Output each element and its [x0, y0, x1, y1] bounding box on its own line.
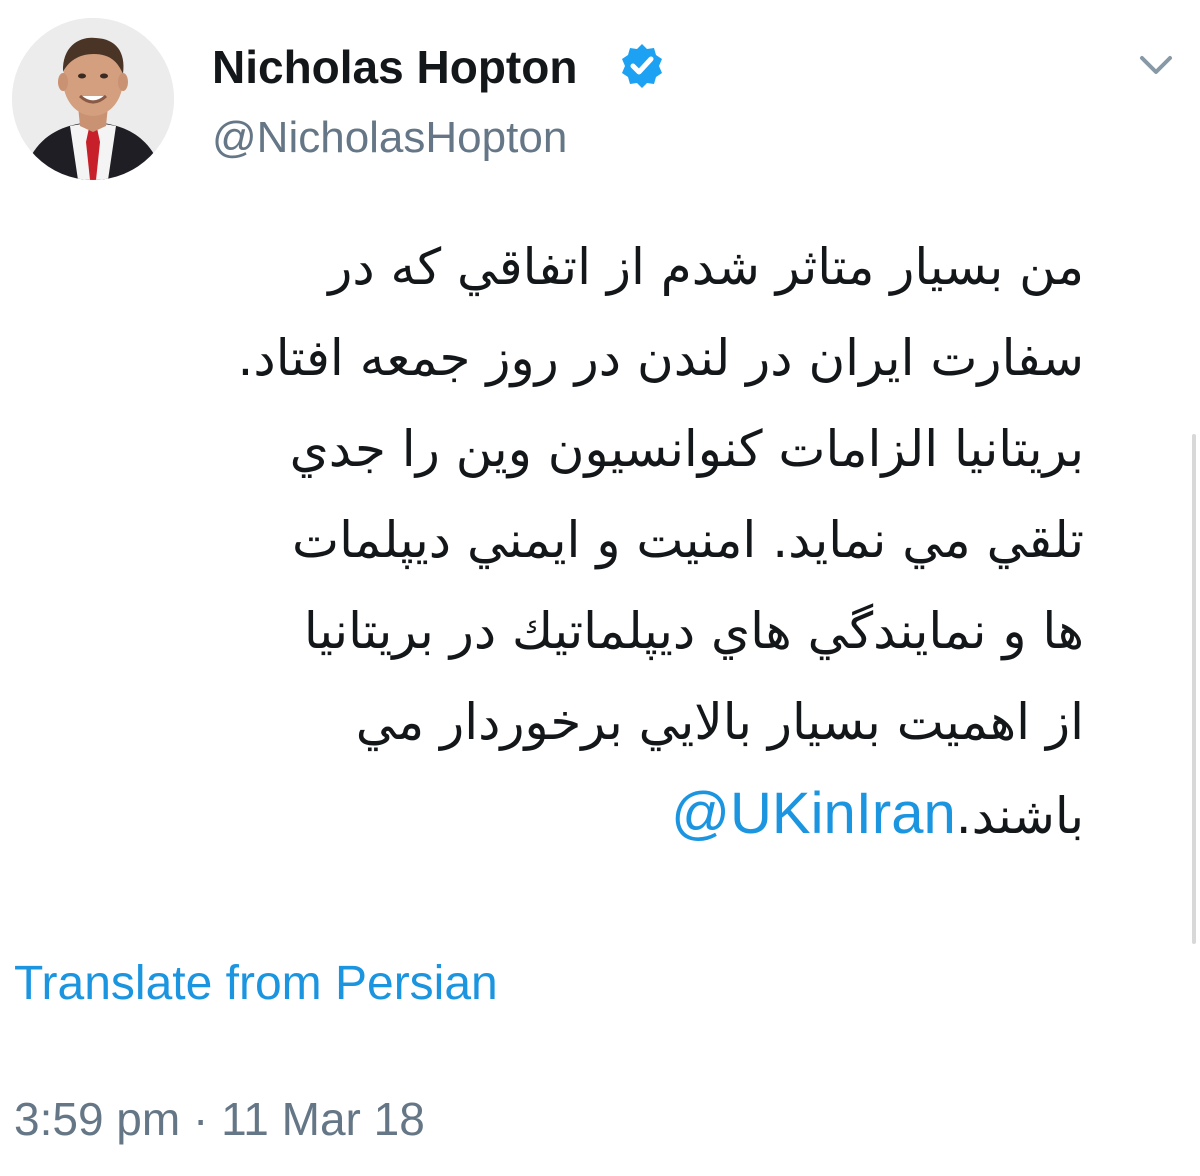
tweet-text-line: ها و نمايندگي هاي ديپلماتيك در بريتانيا — [303, 602, 1084, 660]
tweet-text-line: از اهميت بسيار بالايي برخوردار مي — [355, 693, 1084, 751]
tweet-text-line: بريتانيا الزامات كنوانسيون وين را جدي — [289, 420, 1084, 478]
author-display-name[interactable]: Nicholas Hopton — [212, 40, 577, 94]
tweet-timestamp[interactable]: 3:59 pm · 11 Mar 18 — [14, 1092, 425, 1146]
translate-link[interactable]: Translate from Persian — [14, 956, 498, 1012]
chevron-down-icon[interactable] — [1138, 50, 1174, 78]
tweet-text-ending: باشند. — [955, 787, 1084, 845]
tweet-text: من بسيار متاثر شدم از اتفاقي كه در سفارت… — [14, 222, 1084, 862]
tweet-text-last-line: باشند.@UKinIran — [14, 768, 1084, 862]
verified-badge-icon — [618, 42, 666, 90]
tweet-text-line: من بسيار متاثر شدم از اتفاقي كه در — [328, 238, 1084, 296]
tweet: Nicholas Hopton @NicholasHopton من بسيار… — [0, 0, 1200, 1176]
tweet-text-line: سفارت ايران در لندن در روز جمعه افتاد. — [237, 329, 1084, 387]
tweet-text-line: تلقي مي نمايد. امنيت و ايمني ديپلمات — [292, 511, 1084, 569]
mention-link[interactable]: @UKinIran — [671, 781, 956, 846]
author-handle[interactable]: @NicholasHopton — [212, 112, 567, 164]
scrollbar[interactable] — [1192, 434, 1196, 944]
profile-photo — [12, 18, 174, 180]
avatar[interactable] — [12, 18, 174, 180]
